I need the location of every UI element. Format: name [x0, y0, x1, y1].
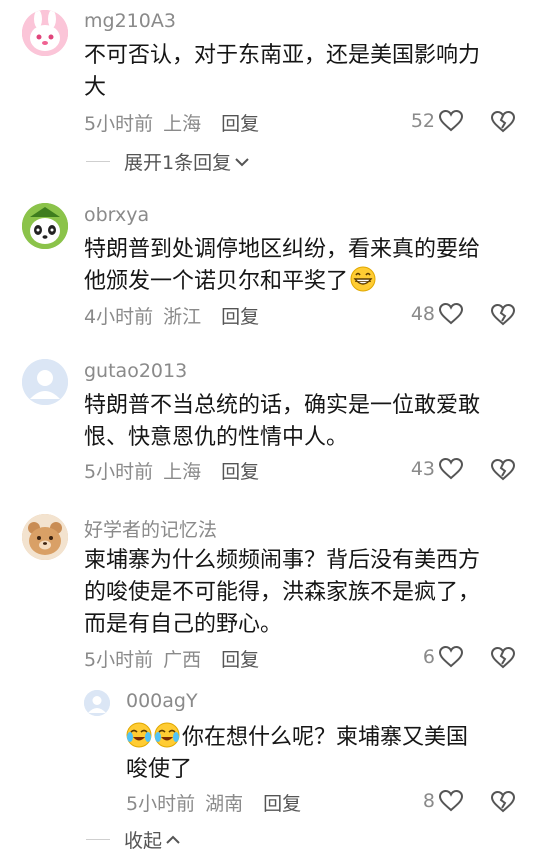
avatar[interactable]	[22, 203, 68, 249]
location: 上海	[163, 113, 202, 135]
avatar[interactable]	[84, 690, 110, 716]
like-count: 6	[422, 646, 435, 668]
heart-icon	[438, 457, 464, 480]
reply-button[interactable]: 回复	[221, 109, 259, 136]
chevron-down-icon	[235, 157, 249, 166]
like-count: 8	[422, 790, 435, 812]
comment-line: 他颁发一个诺贝尔和平奖了	[84, 266, 524, 298]
crying-laughing-emoji-icon	[154, 722, 180, 748]
collapse-label: 收起	[124, 830, 163, 852]
chevron-up-icon	[166, 835, 180, 844]
avatar[interactable]	[22, 10, 68, 56]
avatar[interactable]	[22, 359, 68, 405]
crying-laughing-emoji-icon	[126, 722, 152, 748]
default-user-avatar-icon	[84, 690, 110, 716]
comment-meta: 5小时前 广西 回复	[84, 645, 259, 672]
comment-line: 恨、快意恩仇的性情中人。	[84, 425, 349, 450]
reply-text: 你在想什么呢？柬埔寨又美国 唆使了	[126, 722, 526, 786]
bear-avatar-icon	[22, 514, 68, 560]
like-count: 48	[410, 303, 435, 325]
dislike-heart-icon[interactable]	[490, 645, 516, 671]
grin-emoji-icon	[350, 266, 376, 292]
divider	[86, 161, 110, 162]
reply-line: 你在想什么呢？柬埔寨又美国	[126, 722, 526, 754]
comment-text: 特朗普不当总统的话，确实是一位敢爱敢 恨、快意恩仇的性情中人。	[84, 390, 524, 454]
avatar[interactable]	[22, 514, 68, 560]
comment-line: 大	[84, 75, 107, 100]
username[interactable]: mg210A3	[84, 10, 176, 32]
timestamp: 5小时前	[84, 649, 154, 671]
collapse-replies-button[interactable]: 收起	[86, 826, 182, 853]
comment-line: 特朗普到处调停地区纠纷，看来真的要给	[84, 237, 481, 262]
reply-line-text: 你在想什么呢？柬埔寨又美国	[182, 725, 469, 750]
username[interactable]: gutao2013	[84, 360, 187, 382]
reply-meta: 5小时前 湖南 回复	[126, 789, 301, 816]
comment-text: 柬埔寨为什么频频闹事？背后没有美西方 的唆使是不可能得，洪森家族不是疯了， 而是…	[84, 545, 524, 641]
comment-text: 特朗普到处调停地区纠纷，看来真的要给 他颁发一个诺贝尔和平奖了	[84, 234, 524, 298]
comment-meta: 5小时前 上海 回复	[84, 109, 259, 136]
like-count: 43	[410, 458, 435, 480]
comment-line: 的唆使是不可能得，洪森家族不是疯了，	[84, 580, 481, 605]
timestamp: 5小时前	[126, 793, 196, 815]
comment-line: 而是有自己的野心。	[84, 612, 283, 637]
comment-line: 不可否认，对于东南亚，还是美国影响力	[84, 43, 481, 68]
reply-line: 唆使了	[126, 757, 193, 782]
location: 湖南	[205, 793, 244, 815]
location: 浙江	[163, 306, 202, 328]
comment-line: 柬埔寨为什么频频闹事？背后没有美西方	[84, 548, 481, 573]
location: 上海	[163, 461, 202, 483]
heart-icon	[438, 302, 464, 325]
username[interactable]: 000agY	[126, 690, 198, 712]
comment-text: 不可否认，对于东南亚，还是美国影响力 大	[84, 40, 524, 104]
username[interactable]: 好学者的记忆法	[84, 515, 217, 542]
dislike-heart-icon[interactable]	[490, 789, 516, 815]
like-button[interactable]: 48	[411, 302, 464, 326]
location: 广西	[163, 649, 202, 671]
comment-line: 特朗普不当总统的话，确实是一位敢爱敢	[84, 393, 481, 418]
dislike-heart-icon[interactable]	[490, 109, 516, 135]
reply-button[interactable]: 回复	[263, 789, 301, 816]
reply-button[interactable]: 回复	[221, 645, 259, 672]
dislike-heart-icon[interactable]	[490, 457, 516, 483]
dislike-heart-icon[interactable]	[490, 302, 516, 328]
timestamp: 4小时前	[84, 306, 154, 328]
like-button[interactable]: 6	[423, 645, 464, 669]
like-button[interactable]: 8	[423, 789, 464, 813]
divider	[86, 839, 110, 840]
comment-meta: 5小时前 上海 回复	[84, 457, 259, 484]
heart-icon	[438, 789, 464, 812]
like-button[interactable]: 52	[411, 109, 464, 133]
panda-avatar-icon	[22, 203, 68, 249]
comment-meta: 4小时前 浙江 回复	[84, 302, 259, 329]
expand-replies-label: 展开1条回复	[124, 152, 232, 174]
like-button[interactable]: 43	[411, 457, 464, 481]
username[interactable]: obrxya	[84, 204, 149, 226]
expand-replies-button[interactable]: 展开1条回复	[86, 148, 251, 175]
heart-icon	[438, 645, 464, 668]
like-count: 52	[410, 110, 435, 132]
reply-button[interactable]: 回复	[221, 302, 259, 329]
bunny-avatar-icon	[22, 10, 68, 56]
reply-button[interactable]: 回复	[221, 457, 259, 484]
timestamp: 5小时前	[84, 461, 154, 483]
comment-line-text: 他颁发一个诺贝尔和平奖了	[84, 269, 349, 294]
heart-icon	[438, 109, 464, 132]
timestamp: 5小时前	[84, 113, 154, 135]
default-user-avatar-icon	[22, 359, 68, 405]
